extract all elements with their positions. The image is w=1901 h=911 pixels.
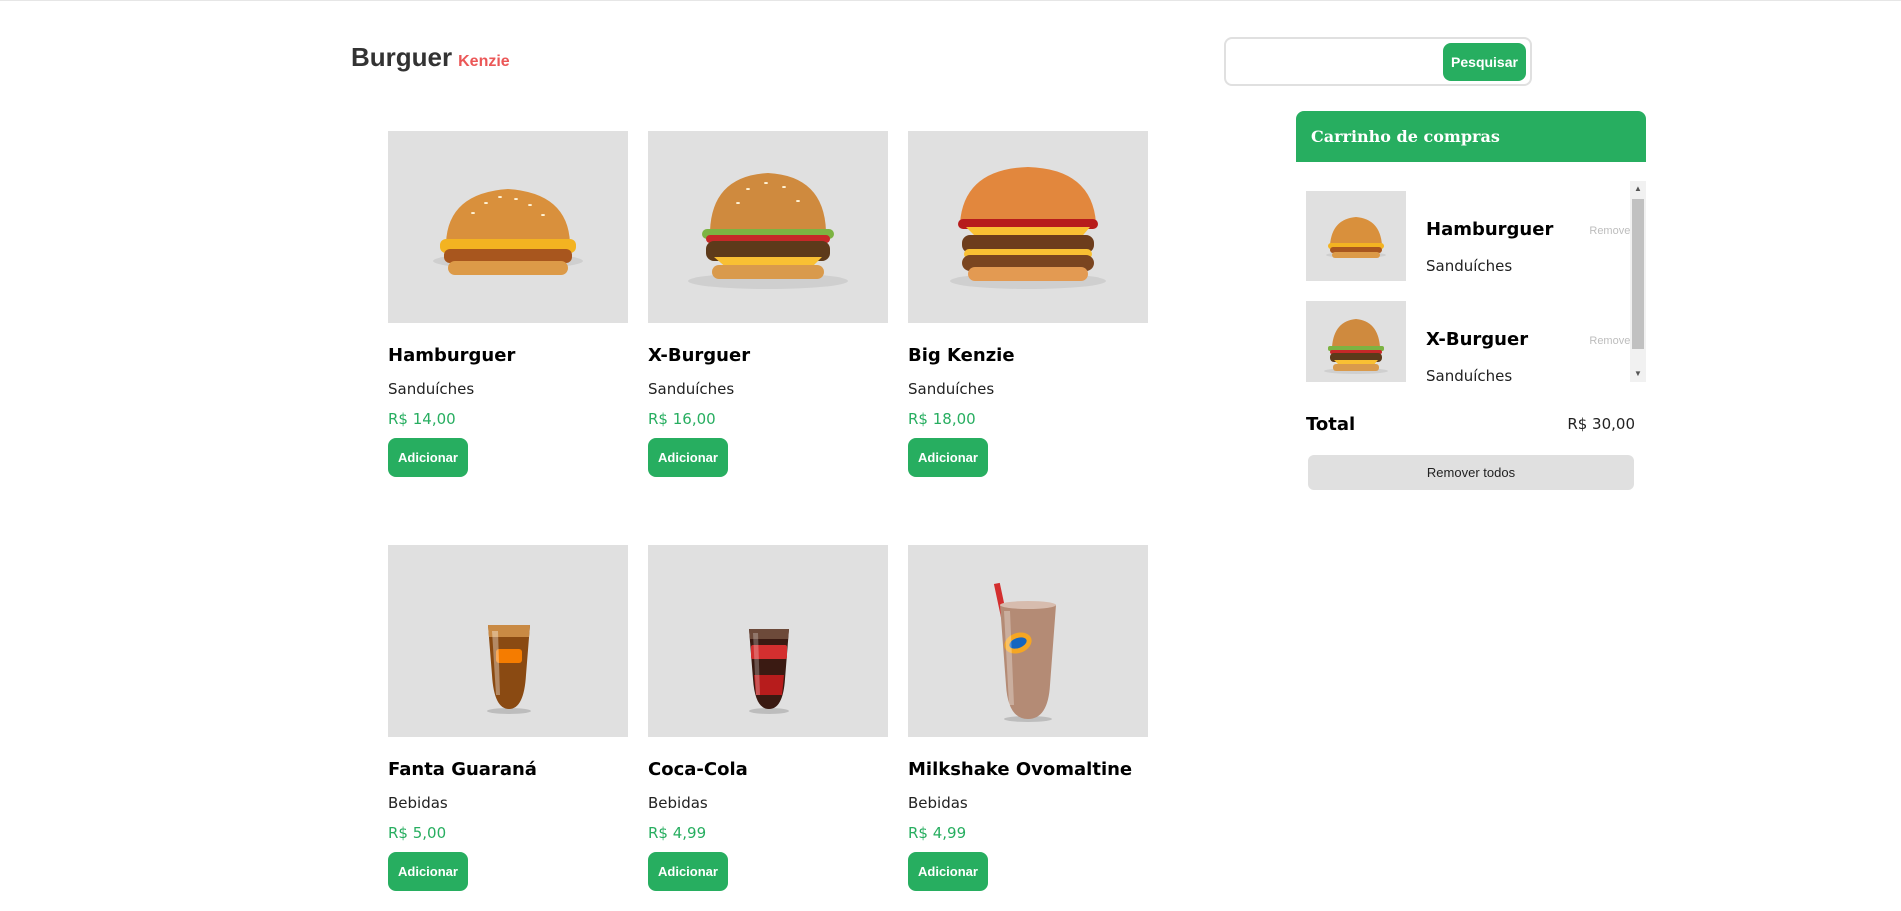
cart-list[interactable]: Hamburguer Sanduíches Remover X-Burguer …: [1296, 180, 1646, 382]
soda-cola-icon: [749, 629, 789, 714]
add-to-cart-button[interactable]: Adicionar: [388, 438, 468, 477]
product-image: [908, 545, 1148, 737]
product-category: Bebidas: [388, 794, 448, 812]
product-card: Coca-Cola Bebidas R$ 4,99 Adicionar: [648, 545, 888, 911]
product-price: R$ 18,00: [908, 410, 976, 428]
cart-item-name: X-Burguer: [1426, 329, 1529, 350]
cart-item-category: Sanduíches: [1426, 367, 1513, 382]
product-card: Hamburguer Sanduíches R$ 14,00 Adicionar: [388, 131, 628, 507]
add-to-cart-button[interactable]: Adicionar: [388, 852, 468, 891]
product-price: R$ 14,00: [388, 410, 456, 428]
remove-item-button[interactable]: Remover: [1589, 225, 1634, 237]
burger-big-icon: [950, 167, 1106, 289]
product-image: [388, 545, 628, 737]
product-image: [388, 131, 628, 323]
cart-header: Carrinho de compras: [1296, 111, 1646, 162]
search-input[interactable]: [1234, 45, 1434, 78]
total-label: Total: [1306, 414, 1356, 435]
product-card: Big Kenzie Sanduíches R$ 18,00 Adicionar: [908, 131, 1148, 507]
cart-item: Hamburguer Sanduíches Remover: [1306, 191, 1634, 281]
add-to-cart-button[interactable]: Adicionar: [648, 438, 728, 477]
remove-all-button[interactable]: Remover todos: [1308, 455, 1634, 490]
product-image: [648, 131, 888, 323]
product-price: R$ 16,00: [648, 410, 716, 428]
burger-cheese-icon: [688, 173, 848, 289]
burger-chicken-icon: [433, 189, 583, 275]
add-to-cart-button[interactable]: Adicionar: [908, 852, 988, 891]
scroll-up-arrow-icon[interactable]: ▲: [1630, 181, 1646, 197]
product-category: Sanduíches: [648, 380, 735, 398]
product-card: Milkshake Ovomaltine Bebidas R$ 4,99 Adi…: [908, 545, 1148, 911]
product-price: R$ 5,00: [388, 824, 447, 842]
product-category: Sanduíches: [908, 380, 995, 398]
search-button[interactable]: Pesquisar: [1443, 43, 1526, 81]
product-image: [648, 545, 888, 737]
product-card: Fanta Guaraná Bebidas R$ 5,00 Adicionar: [388, 545, 628, 911]
product-name: X-Burguer: [648, 345, 751, 366]
product-category: Sanduíches: [388, 380, 475, 398]
remove-item-button[interactable]: Remover: [1589, 335, 1634, 347]
product-category: Bebidas: [908, 794, 968, 812]
product-card: X-Burguer Sanduíches R$ 16,00 Adicionar: [648, 131, 888, 507]
cart-scrollbar[interactable]: ▲ ▼: [1630, 181, 1646, 382]
cart-item-image: [1306, 301, 1406, 382]
top-divider: [0, 0, 1901, 1]
product-name: Hamburguer: [388, 345, 516, 366]
cart-title: Carrinho de compras: [1311, 127, 1500, 146]
burger-chicken-icon: [1326, 217, 1386, 258]
product-name: Fanta Guaraná: [388, 759, 537, 780]
cart-item-image: [1306, 191, 1406, 281]
product-name: Milkshake Ovomaltine: [908, 759, 1133, 780]
scroll-thumb[interactable]: [1632, 199, 1644, 349]
logo-sub-text: Kenzie: [458, 53, 510, 70]
search-box: Pesquisar: [1224, 37, 1532, 86]
product-name: Big Kenzie: [908, 345, 1015, 366]
burger-cheese-icon: [1324, 319, 1388, 374]
add-to-cart-button[interactable]: Adicionar: [908, 438, 988, 477]
product-price: R$ 4,99: [648, 824, 707, 842]
logo-main-text: Burguer: [351, 42, 453, 72]
cart-item: X-Burguer Sanduíches Remover: [1306, 301, 1634, 382]
cart-item-name: Hamburguer: [1426, 219, 1554, 240]
milkshake-icon: [993, 582, 1056, 722]
total-value: R$ 30,00: [1567, 415, 1635, 433]
logo: Burguer Kenzie: [351, 42, 510, 73]
cart-item-category: Sanduíches: [1426, 257, 1513, 275]
scroll-down-arrow-icon[interactable]: ▼: [1630, 366, 1646, 382]
product-name: Coca-Cola: [648, 759, 748, 780]
product-image: [908, 131, 1148, 323]
soda-fanta-icon: [487, 625, 531, 714]
product-price: R$ 4,99: [908, 824, 967, 842]
add-to-cart-button[interactable]: Adicionar: [648, 852, 728, 891]
product-category: Bebidas: [648, 794, 708, 812]
product-grid: Hamburguer Sanduíches R$ 14,00 Adicionar…: [388, 131, 1148, 911]
